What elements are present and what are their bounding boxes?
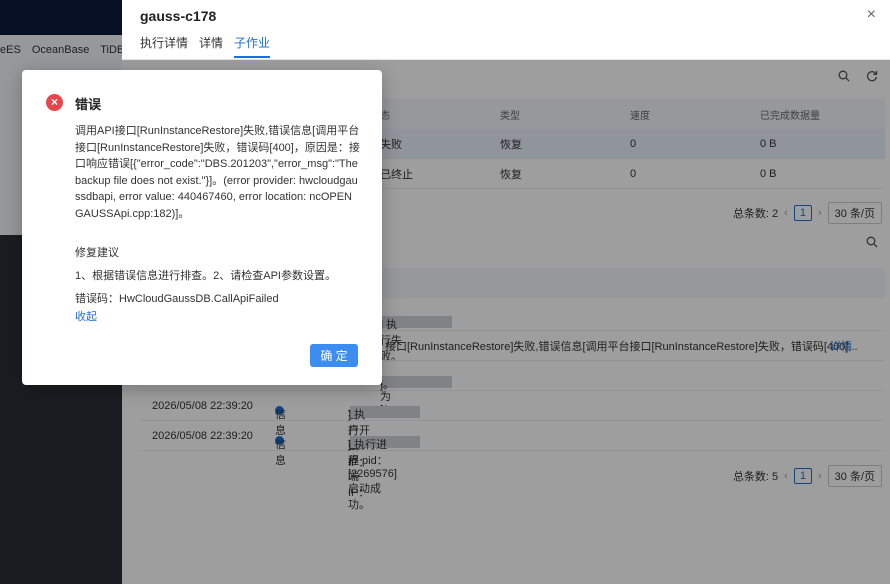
- drawer-title: gauss-c178: [140, 8, 217, 24]
- error-icon: ×: [46, 94, 63, 111]
- drawer-tabs: 执行详情 详情 子作业: [140, 34, 271, 58]
- suggest-title: 修复建议: [75, 247, 119, 259]
- error-code: 错误码：HwCloudGaussDB.CallApiFailed: [75, 293, 279, 305]
- suggest-text: 1、根据错误信息进行排查。2、请检查API参数设置。: [75, 270, 336, 282]
- tab-subjobs[interactable]: 子作业: [234, 34, 271, 58]
- dialog-title: 错误: [75, 97, 102, 112]
- error-dialog: × 错误 调用API接口[RunInstanceRestore]失败,错误信息[…: [22, 70, 382, 385]
- error-message: 调用API接口[RunInstanceRestore]失败,错误信息[调用平台接…: [75, 125, 360, 220]
- close-icon[interactable]: ×: [867, 6, 876, 24]
- tab-exec-detail[interactable]: 执行详情: [140, 34, 188, 58]
- collapse-link[interactable]: 收起: [75, 308, 97, 324]
- tab-detail[interactable]: 详情: [199, 34, 223, 58]
- confirm-button[interactable]: 确 定: [310, 344, 358, 367]
